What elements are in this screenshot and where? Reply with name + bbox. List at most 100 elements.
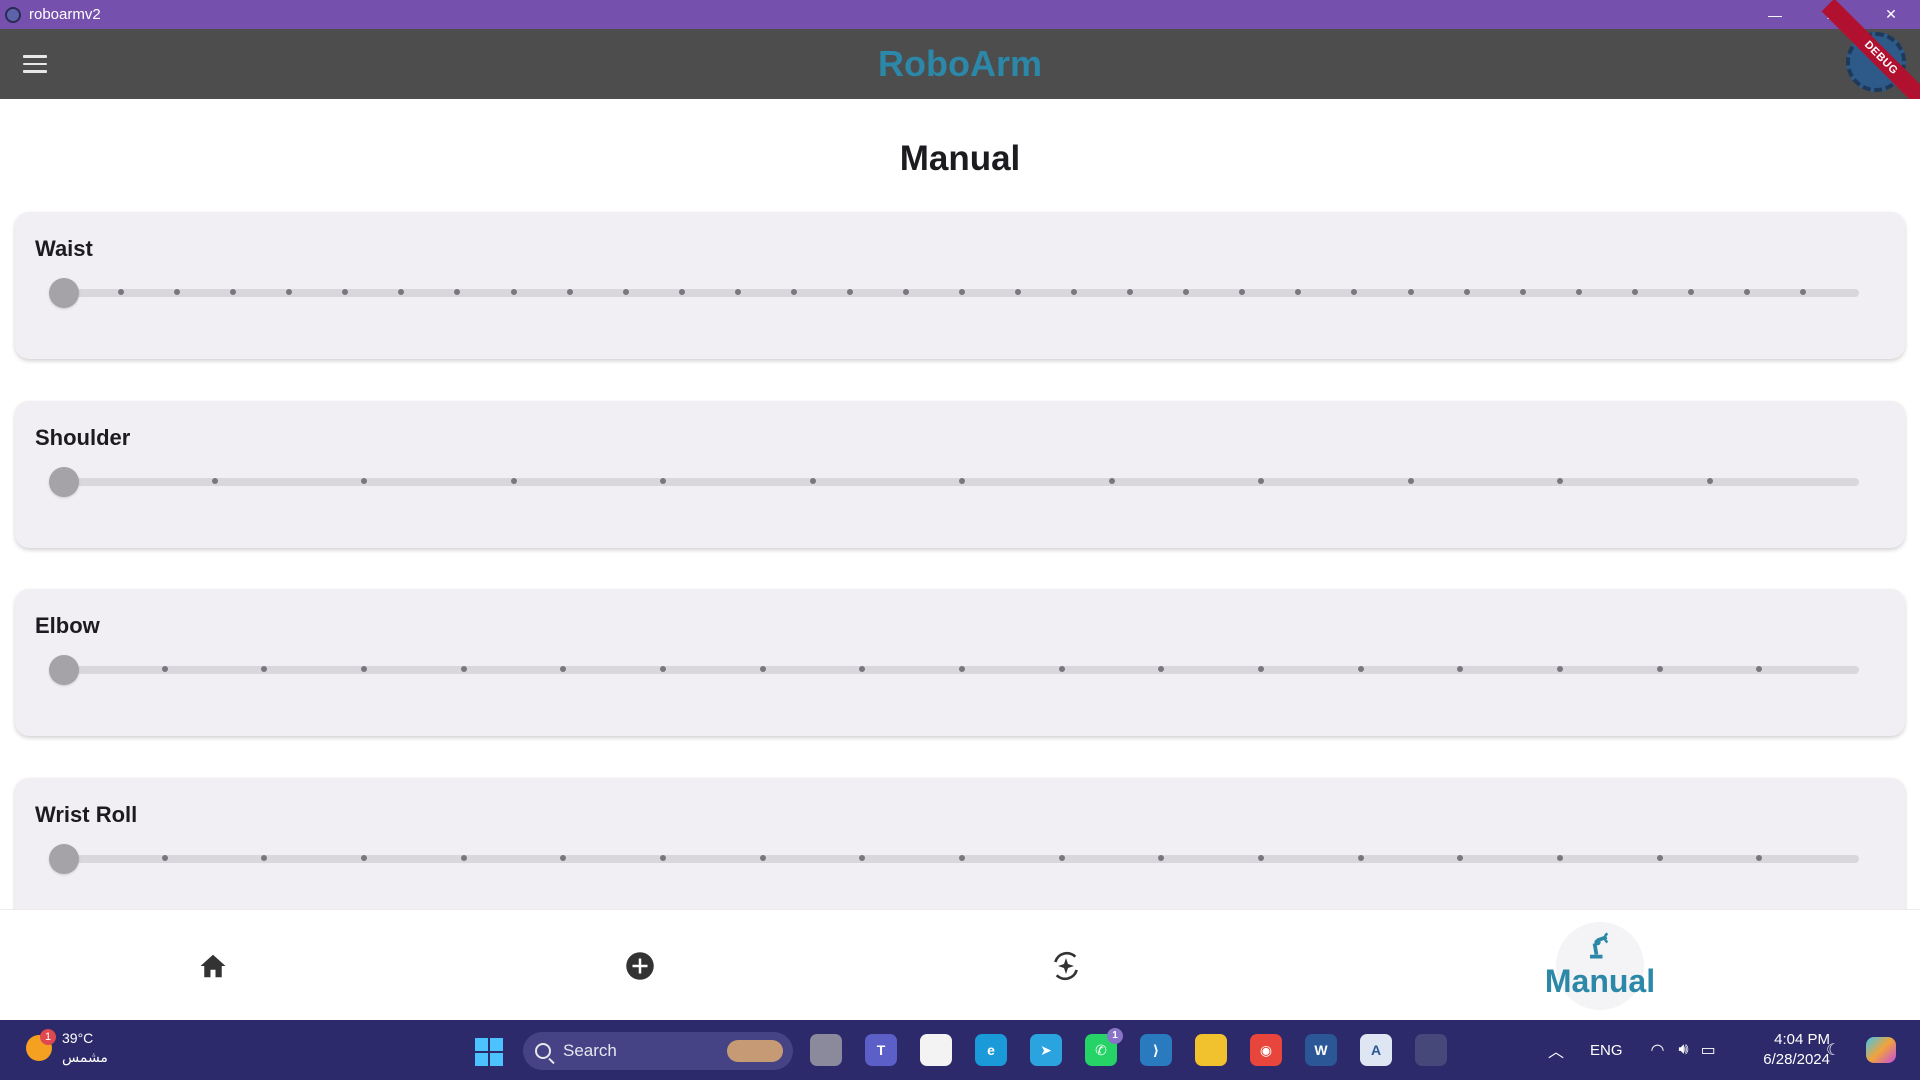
file-explorer-icon[interactable] <box>1195 1034 1227 1066</box>
slider-tick <box>1357 855 1364 861</box>
wrist-roll-slider[interactable] <box>49 844 1875 874</box>
slider-tick <box>846 289 853 295</box>
slider-tick <box>622 289 629 295</box>
windows-taskbar: 1 39°C مشمس Search Te ➤ ✆ 1 ⟩ ◉ W A ︿ ENG ◠ 🔊︎ … <box>0 1020 1920 1080</box>
volume-icon[interactable]: 🔊︎ <box>1679 1041 1689 1059</box>
sun-icon: 1 <box>26 1029 56 1061</box>
vscode-icon[interactable]: ⟩ <box>1140 1034 1172 1066</box>
search-icon <box>535 1043 551 1059</box>
chrome-icon[interactable]: ◉ <box>1250 1034 1282 1066</box>
nav-manual[interactable]: Manual <box>1520 910 1680 1021</box>
slider-tick <box>1557 855 1563 861</box>
weather-condition: مشمس <box>62 1049 108 1065</box>
notification-area: ☾ <box>1826 1020 1897 1080</box>
window-title: roboarmv2 <box>29 6 101 23</box>
roboarm-app-icon[interactable] <box>1415 1034 1447 1066</box>
app-icon <box>5 6 21 23</box>
slider-card-wrist-roll: Wrist Roll <box>15 778 1905 909</box>
battery-icon[interactable]: ▭ <box>1701 1040 1716 1060</box>
slider-thumb[interactable] <box>49 278 79 308</box>
chevron-up-icon[interactable]: ︿ <box>1548 1038 1564 1062</box>
weather-temperature: 39°C <box>62 1030 94 1046</box>
slider-label-wrist-roll: Wrist Roll <box>35 802 138 827</box>
notifications-icon[interactable]: ☾ <box>1826 1040 1840 1060</box>
task-view-icon[interactable] <box>810 1034 842 1066</box>
slider-card-shoulder: Shoulder <box>15 401 1905 548</box>
slider-tick <box>959 289 965 295</box>
slider-tick <box>1557 666 1563 672</box>
slider-tick <box>1108 478 1115 484</box>
clock[interactable]: 4:04 PM 6/28/2024 <box>1738 1030 1830 1070</box>
slider-tick <box>734 289 741 295</box>
start-button[interactable] <box>475 1038 503 1066</box>
copilot-icon[interactable] <box>1866 1037 1897 1063</box>
nav-add[interactable] <box>600 910 680 1021</box>
shoulder-slider[interactable] <box>49 467 1875 497</box>
slider-tick <box>211 478 218 484</box>
slider-tick <box>460 666 467 672</box>
main-content: Manual Waist Shoulder Elbow Wrist Roll <box>0 99 1920 909</box>
slider-thumb[interactable] <box>49 467 79 497</box>
nav-manual-label: Manual <box>1544 963 1656 999</box>
slider-tick <box>566 289 573 295</box>
slider-tick <box>361 666 367 672</box>
teams-icon[interactable]: T <box>865 1034 897 1066</box>
slider-label-waist: Waist <box>35 236 93 261</box>
slider-tick <box>1656 855 1663 861</box>
slider-tick <box>660 666 666 672</box>
app-store-icon[interactable]: A <box>1360 1034 1392 1066</box>
whatsapp-icon[interactable]: ✆ 1 <box>1085 1028 1123 1066</box>
whatsapp-badge: 1 <box>1107 1028 1123 1044</box>
slider-label-elbow: Elbow <box>35 613 100 638</box>
close-button[interactable]: ✕ <box>1862 0 1920 29</box>
slider-tick <box>1575 289 1582 295</box>
language-indicator[interactable]: ENG <box>1590 1042 1623 1059</box>
page-title: Manual <box>899 139 1021 178</box>
weather-widget[interactable]: 1 39°C مشمس <box>26 1029 108 1067</box>
wifi-icon[interactable]: ◠ <box>1651 1040 1665 1060</box>
telegram-icon[interactable]: ➤ <box>1030 1034 1062 1066</box>
slider-tick <box>1258 666 1264 672</box>
slider-thumb[interactable] <box>49 655 79 685</box>
app-title: RoboArm <box>878 43 1042 84</box>
waist-slider[interactable] <box>49 278 1875 308</box>
slider-tick <box>959 855 965 861</box>
add-circle-icon <box>626 951 654 980</box>
slider-thumb[interactable] <box>49 844 79 874</box>
nav-home[interactable] <box>173 910 253 1021</box>
system-tray: ︿ ENG ◠ 🔊︎ ▭ <box>1548 1020 1716 1080</box>
slider-tick <box>1407 289 1414 295</box>
slider-tick <box>1058 855 1065 861</box>
search-highlight-image <box>727 1040 783 1062</box>
slider-tick <box>678 289 685 295</box>
elbow-slider[interactable] <box>49 655 1875 685</box>
slider-tick <box>510 478 517 484</box>
slider-tick <box>361 478 367 484</box>
weather-badge: 1 <box>40 1029 56 1045</box>
clock-date: 6/28/2024 <box>1763 1051 1830 1068</box>
search-placeholder: Search <box>563 1041 617 1060</box>
minimize-button[interactable]: — <box>1746 0 1804 29</box>
bottom-navigation: Manual <box>0 909 1920 1020</box>
slider-tick <box>660 478 666 484</box>
slider-tick <box>1557 478 1563 484</box>
slider-tick <box>1258 855 1264 861</box>
slider-tick <box>959 478 965 484</box>
slider-tick <box>790 289 797 295</box>
slider-tick <box>1743 289 1750 295</box>
nav-ai-scan[interactable] <box>1026 910 1106 1021</box>
word-icon[interactable]: W <box>1305 1034 1337 1066</box>
slider-tick <box>759 855 766 861</box>
slider-tick <box>959 666 965 672</box>
slider-tick <box>1631 289 1638 295</box>
taskbar-search[interactable]: Search <box>523 1032 793 1070</box>
app-bar: RoboArm DEBUG <box>0 0 1920 118</box>
store-icon[interactable] <box>920 1034 952 1066</box>
edge-icon[interactable]: e <box>975 1034 1007 1066</box>
slider-tick <box>1407 478 1414 484</box>
slider-tick <box>1519 289 1526 295</box>
ai-scan-icon <box>1054 951 1078 980</box>
clock-time: 4:04 PM <box>1774 1031 1830 1048</box>
slider-tick <box>161 855 168 861</box>
slider-tick <box>1463 289 1470 295</box>
